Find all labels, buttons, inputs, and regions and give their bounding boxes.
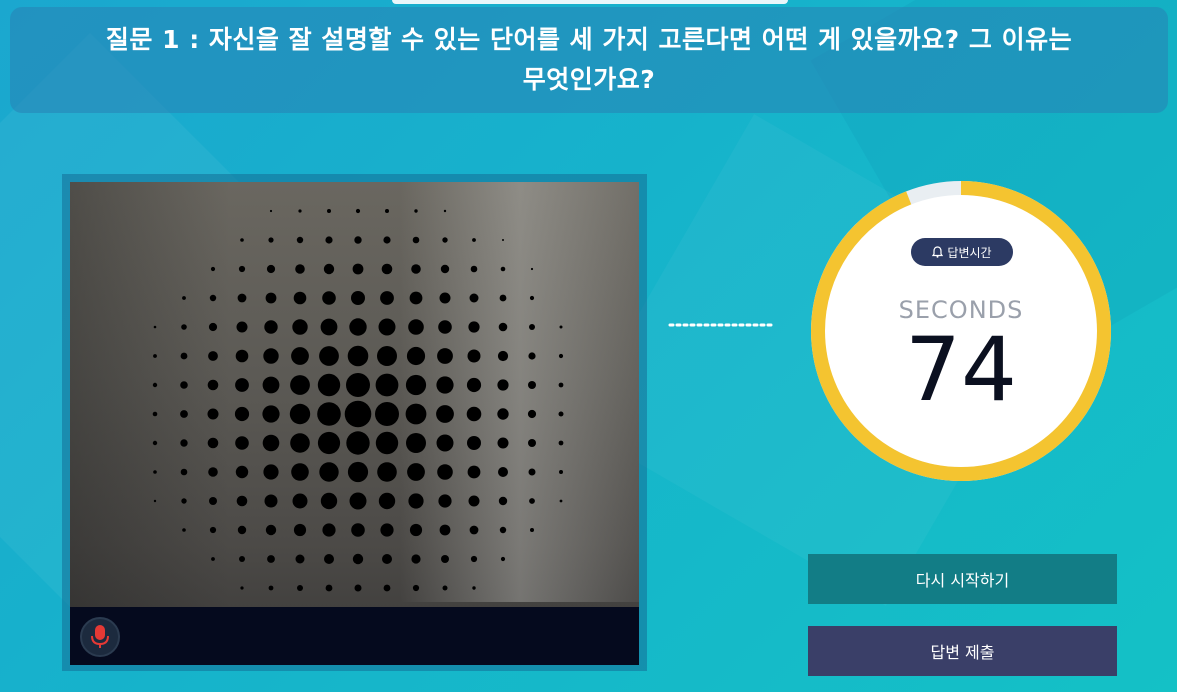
mic-button[interactable] bbox=[80, 617, 120, 657]
camera-frame bbox=[62, 174, 647, 671]
microphone-icon bbox=[91, 625, 109, 648]
video-shadow bbox=[70, 182, 230, 665]
submit-button-label: 답변 제출 bbox=[930, 643, 995, 662]
question-line-1: 질문 1 : 자신을 잘 설명할 수 있는 단어를 세 가지 고른다면 어떤 게… bbox=[105, 25, 1073, 54]
restart-button-label: 다시 시작하기 bbox=[915, 571, 1010, 590]
interview-screen: 질문 1 : 자신을 잘 설명할 수 있는 단어를 세 가지 고른다면 어떤 게… bbox=[0, 0, 1177, 692]
restart-button[interactable]: 다시 시작하기 bbox=[808, 554, 1117, 604]
badge-label: 답변시간 bbox=[947, 245, 992, 260]
submit-answer-button[interactable]: 답변 제출 bbox=[808, 626, 1117, 676]
top-notch bbox=[392, 0, 788, 4]
connector-dots bbox=[668, 323, 776, 327]
question-text: 질문 1 : 자신을 잘 설명할 수 있는 단어를 세 가지 고른다면 어떤 게… bbox=[106, 20, 1072, 100]
answer-timer: 답변시간 SECONDS 74 bbox=[808, 178, 1114, 484]
webcam-video bbox=[70, 182, 639, 665]
question-line-2: 무엇인가요? bbox=[522, 65, 656, 94]
answer-time-badge: 답변시간 bbox=[911, 238, 1013, 266]
seconds-remaining: 74 bbox=[905, 318, 1017, 421]
camera-control-bar bbox=[70, 607, 639, 665]
bell-icon bbox=[932, 246, 944, 258]
question-bar: 질문 1 : 자신을 잘 설명할 수 있는 단어를 세 가지 고른다면 어떤 게… bbox=[10, 7, 1168, 113]
video-highlight bbox=[400, 182, 639, 602]
